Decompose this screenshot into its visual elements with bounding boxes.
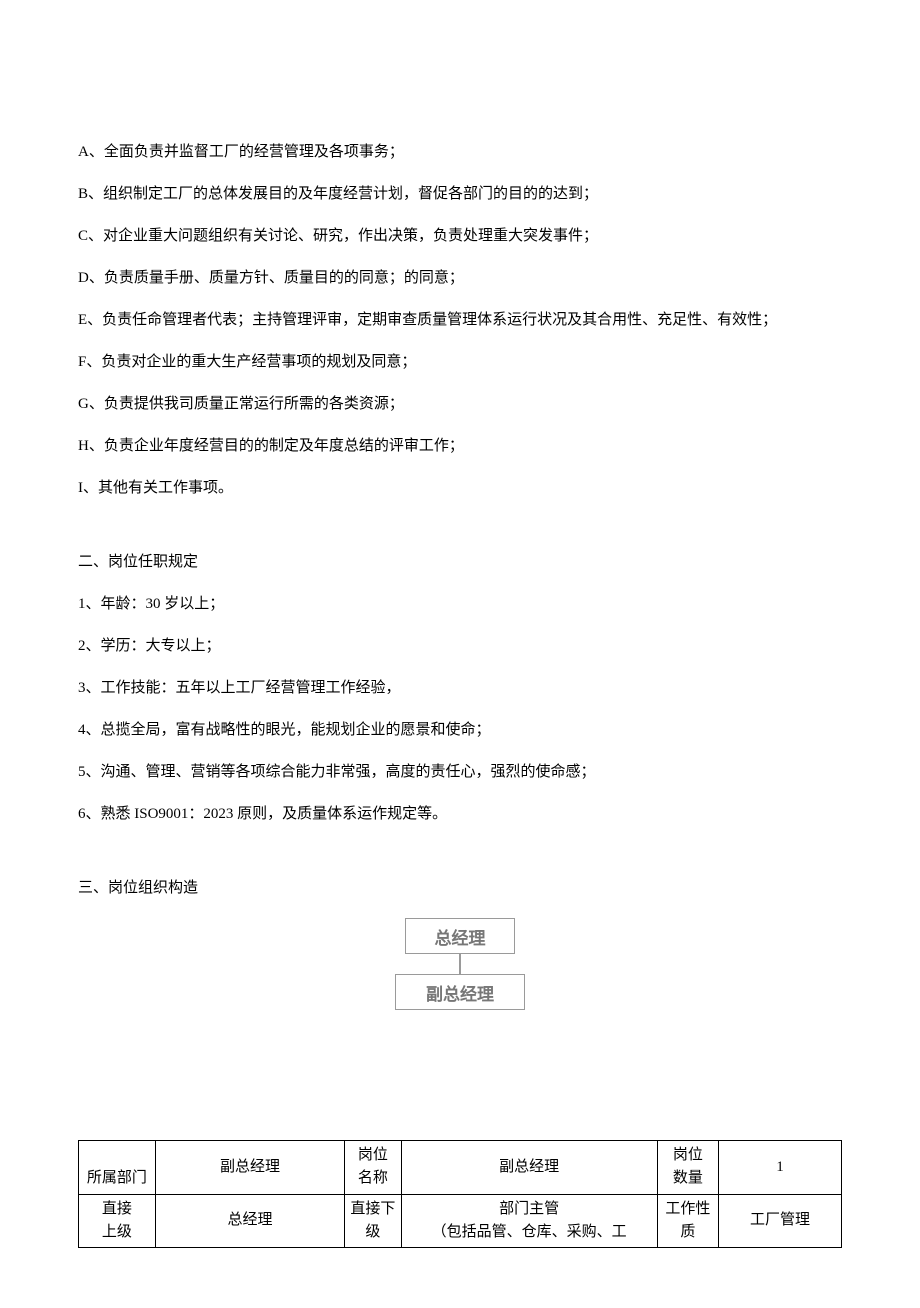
org-box-top: 总经理 — [405, 918, 515, 954]
duty-item-a: A、全面负责并监督工厂的经营管理及各项事务； — [78, 140, 842, 164]
qualification-item-2: 2、学历：大专以上； — [78, 634, 842, 658]
qualification-item-3: 3、工作技能：五年以上工厂经营管理工作经验， — [78, 676, 842, 700]
cell-subordinate-label: 直接下 级 — [345, 1194, 401, 1248]
cell-nature-label: 工作性 质 — [657, 1194, 718, 1248]
duty-item-h: H、负责企业年度经营目的的制定及年度总结的评审工作； — [78, 434, 842, 458]
duty-item-g: G、负责提供我司质量正常运行所需的各类资源； — [78, 392, 842, 416]
cell-pos-name-label: 岗位 名称 — [345, 1141, 401, 1195]
qualification-item-5: 5、沟通、管理、营销等各项综合能力非常强，高度的责任心，强烈的使命感； — [78, 760, 842, 784]
cell-pos-count-label: 岗位 数量 — [657, 1141, 718, 1195]
org-chart: 总经理 副总经理 — [78, 918, 842, 1010]
cell-subordinate-value: 部门主管 （包括品管、仓库、采购、工 — [401, 1194, 657, 1248]
duty-item-b: B、组织制定工厂的总体发展目的及年度经营计划，督促各部门的目的的达到； — [78, 182, 842, 206]
table-row: 所属部门 副总经理 岗位 名称 副总经理 岗位 数量 1 — [79, 1141, 842, 1195]
section-3-title: 三、岗位组织构造 — [78, 876, 842, 900]
cell-superior-value: 总经理 — [155, 1194, 344, 1248]
cell-superior-label: 直接 上级 — [79, 1194, 156, 1248]
qualification-item-6: 6、熟悉 ISO9001：2023 原则，及质量体系运作规定等。 — [78, 802, 842, 826]
cell-nature-value: 工厂管理 — [719, 1194, 842, 1248]
duty-item-e: E、负责任命管理者代表；主持管理评审，定期审查质量管理体系运行状况及其合用性、充… — [78, 308, 842, 332]
duty-item-i: I、其他有关工作事项。 — [78, 476, 842, 500]
section-2-title: 二、岗位任职规定 — [78, 550, 842, 574]
duty-item-f: F、负责对企业的重大生产经营事项的规划及同意； — [78, 350, 842, 374]
duty-item-c: C、对企业重大问题组织有关讨论、研究，作出决策，负责处理重大突发事件； — [78, 224, 842, 248]
position-info-table: 所属部门 副总经理 岗位 名称 副总经理 岗位 数量 1 直接 上级 总经理 直… — [78, 1140, 842, 1248]
cell-dept-label: 所属部门 — [79, 1141, 156, 1195]
org-box-bottom: 副总经理 — [395, 974, 525, 1010]
qualification-item-1: 1、年龄：30 岁以上； — [78, 592, 842, 616]
cell-dept-value: 副总经理 — [155, 1141, 344, 1195]
cell-pos-count-value: 1 — [719, 1141, 842, 1195]
qualification-item-4: 4、总揽全局，富有战略性的眼光，能规划企业的愿景和使命； — [78, 718, 842, 742]
duty-item-d: D、负责质量手册、质量方针、质量目的的同意；的同意； — [78, 266, 842, 290]
table-row: 直接 上级 总经理 直接下 级 部门主管 （包括品管、仓库、采购、工 工作性 质… — [79, 1194, 842, 1248]
org-connector — [459, 954, 461, 974]
cell-pos-name-value: 副总经理 — [401, 1141, 657, 1195]
